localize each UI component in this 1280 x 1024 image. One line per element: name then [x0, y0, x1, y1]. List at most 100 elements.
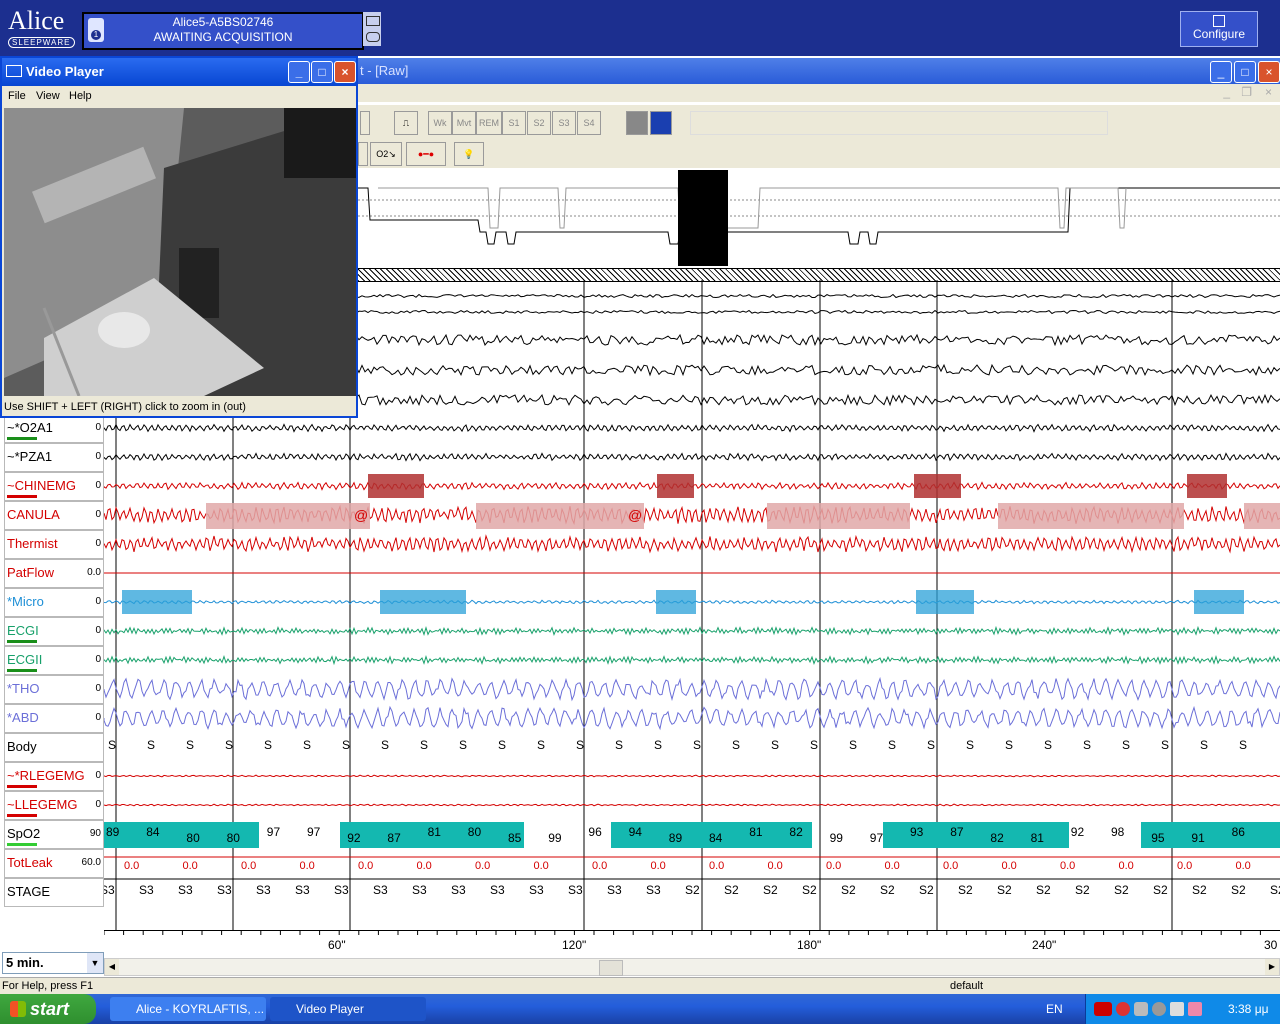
body-position-label: S: [186, 738, 194, 752]
monitor-icon[interactable]: [366, 16, 380, 26]
channel-label[interactable]: TotLeak 60.0: [4, 849, 104, 878]
channel-label[interactable]: ~*PZA1 0: [4, 443, 104, 472]
chin-event-1: [657, 474, 694, 498]
configure-button[interactable]: Configure: [1180, 11, 1258, 47]
channel-label[interactable]: ~CHINEMG 0: [4, 472, 104, 501]
taskbar-item-video-player[interactable]: Video Player: [270, 997, 426, 1021]
hypnogram-trace-faint: [378, 187, 1127, 229]
channel-label[interactable]: Thermist 0: [4, 530, 104, 559]
language-indicator[interactable]: EN: [1046, 994, 1063, 1024]
channel-name: ECGII: [7, 652, 43, 667]
scroll-thumb[interactable]: [599, 960, 623, 976]
logo-text: Alice: [8, 6, 65, 35]
stage-button-s4[interactable]: S4: [577, 111, 601, 135]
toolbar-edge-button[interactable]: [360, 111, 370, 135]
view-mode-button-2[interactable]: [650, 111, 672, 135]
toolbar2-edge-button[interactable]: [358, 142, 368, 166]
stage-button-mvt[interactable]: Mvt: [452, 111, 476, 135]
hypnogram[interactable]: [358, 168, 1280, 268]
body-position-label: S: [888, 738, 896, 752]
trace-13: [103, 803, 1280, 807]
mdi-close-icon[interactable]: ×: [1265, 85, 1272, 99]
channel-label[interactable]: *ABD 0: [4, 704, 104, 733]
stage-button-s2[interactable]: S2: [527, 111, 551, 135]
channel-label[interactable]: PatFlow 0.0: [4, 559, 104, 588]
channel-label[interactable]: *Micro 0: [4, 588, 104, 617]
chevron-down-icon[interactable]: ▼: [87, 953, 103, 973]
device-tray-icon[interactable]: [1188, 1002, 1202, 1016]
volume-tray-icon[interactable]: [1170, 1002, 1184, 1016]
spo2-value: 82: [990, 831, 1004, 845]
taskbar-item-alice[interactable]: Alice - KOYRLAFTIS, ...: [110, 997, 266, 1021]
channel-label[interactable]: ECGII 0: [4, 646, 104, 675]
stage-button-s1[interactable]: S1: [502, 111, 526, 135]
network-tray-icon[interactable]: [1134, 1002, 1148, 1016]
start-button[interactable]: start: [0, 994, 96, 1024]
mdi-restore-icon[interactable]: ❐: [1241, 85, 1252, 99]
ati-tray-icon[interactable]: [1094, 1002, 1112, 1016]
video-close-button[interactable]: ×: [334, 61, 356, 83]
video-minimize-button[interactable]: _: [288, 61, 310, 83]
channel-name: *Micro: [7, 594, 44, 609]
mdi-bar: _ ❐ ×: [358, 84, 1280, 102]
shield-tray-icon[interactable]: [1116, 1002, 1130, 1016]
maximize-button[interactable]: □: [1234, 61, 1256, 83]
totleak-value: 0.0: [1060, 860, 1075, 872]
stage-label: S3: [529, 883, 544, 897]
device-badge: 1: [91, 30, 101, 40]
stage-button-rem[interactable]: REM: [476, 111, 502, 135]
channel-label[interactable]: *THO 0: [4, 675, 104, 704]
channel-name: Body: [7, 739, 37, 754]
channel-label[interactable]: ~LLEGEMG 0: [4, 791, 104, 820]
device-side-icons[interactable]: [363, 12, 381, 46]
totleak-value: 0.0: [534, 860, 549, 872]
body-position-label: S: [615, 738, 623, 752]
channel-label[interactable]: STAGE: [4, 878, 104, 907]
body-position-label: S: [693, 738, 701, 752]
minimize-button[interactable]: _: [1210, 61, 1232, 83]
stage-label: S2: [1075, 883, 1090, 897]
channel-name: PatFlow: [7, 565, 54, 580]
stage-button-wk[interactable]: Wk: [428, 111, 452, 135]
spo2-value: 89: [106, 825, 120, 839]
close-button[interactable]: ×: [1258, 61, 1280, 83]
video-menu-file[interactable]: File: [8, 86, 26, 106]
video-menu-view[interactable]: View: [36, 86, 60, 106]
o2-desat-button[interactable]: O2↘: [370, 142, 402, 166]
channel-label[interactable]: SpO2 90: [4, 820, 104, 849]
channel-label[interactable]: ~*O2A1 0: [4, 414, 104, 443]
body-position-label: S: [342, 738, 350, 752]
key-icon[interactable]: [366, 32, 380, 42]
mdi-minimize-icon[interactable]: _: [1223, 85, 1230, 99]
channel-label[interactable]: Body: [4, 733, 104, 762]
body-position-label: S: [576, 738, 584, 752]
video-frame[interactable]: [4, 108, 356, 396]
arousal-marker-button[interactable]: ●━●: [406, 142, 446, 166]
channel-name: ~*O2A1: [7, 420, 53, 435]
stage-button-s3[interactable]: S3: [552, 111, 576, 135]
main-window-titlebar[interactable]: t - [Raw] _ □ ×: [358, 58, 1280, 84]
stage-label: S3: [412, 883, 427, 897]
alice-top-bar: Alice SLEEPWARE 1 Alice5-A5BS02746 AWAIT…: [0, 0, 1280, 56]
view-mode-button-1[interactable]: [626, 111, 648, 135]
waveform-button[interactable]: ⎍: [394, 111, 418, 135]
channel-label[interactable]: ~*RLEGEMG 0: [4, 762, 104, 791]
sync-tray-icon[interactable]: [1152, 1002, 1166, 1016]
video-player-window[interactable]: Video Player _ □ × File View Help Use SH…: [0, 56, 358, 418]
scroll-left-icon[interactable]: ◀: [105, 959, 119, 975]
video-menu-help[interactable]: Help: [69, 86, 92, 106]
lightbulb-icon[interactable]: 💡: [454, 142, 484, 166]
scroll-right-icon[interactable]: ▶: [1265, 959, 1279, 975]
channel-label[interactable]: CANULA 0: [4, 501, 104, 530]
video-maximize-button[interactable]: □: [311, 61, 333, 83]
video-player-titlebar[interactable]: Video Player _ □ ×: [2, 58, 356, 86]
clock[interactable]: 3:38 μμ: [1228, 994, 1269, 1024]
device-status-panel[interactable]: 1 Alice5-A5BS02746 AWAITING ACQUISITION: [82, 12, 364, 50]
stage-label: S3: [295, 883, 310, 897]
channel-label[interactable]: ECGI 0: [4, 617, 104, 646]
horizontal-scrollbar[interactable]: ◀ ▶: [104, 958, 1280, 976]
spo2-value: 97: [307, 825, 321, 839]
body-position-label: S: [771, 738, 779, 752]
hypnogram-cursor[interactable]: [678, 170, 728, 266]
zoom-select[interactable]: 5 min. ▼: [2, 952, 104, 974]
